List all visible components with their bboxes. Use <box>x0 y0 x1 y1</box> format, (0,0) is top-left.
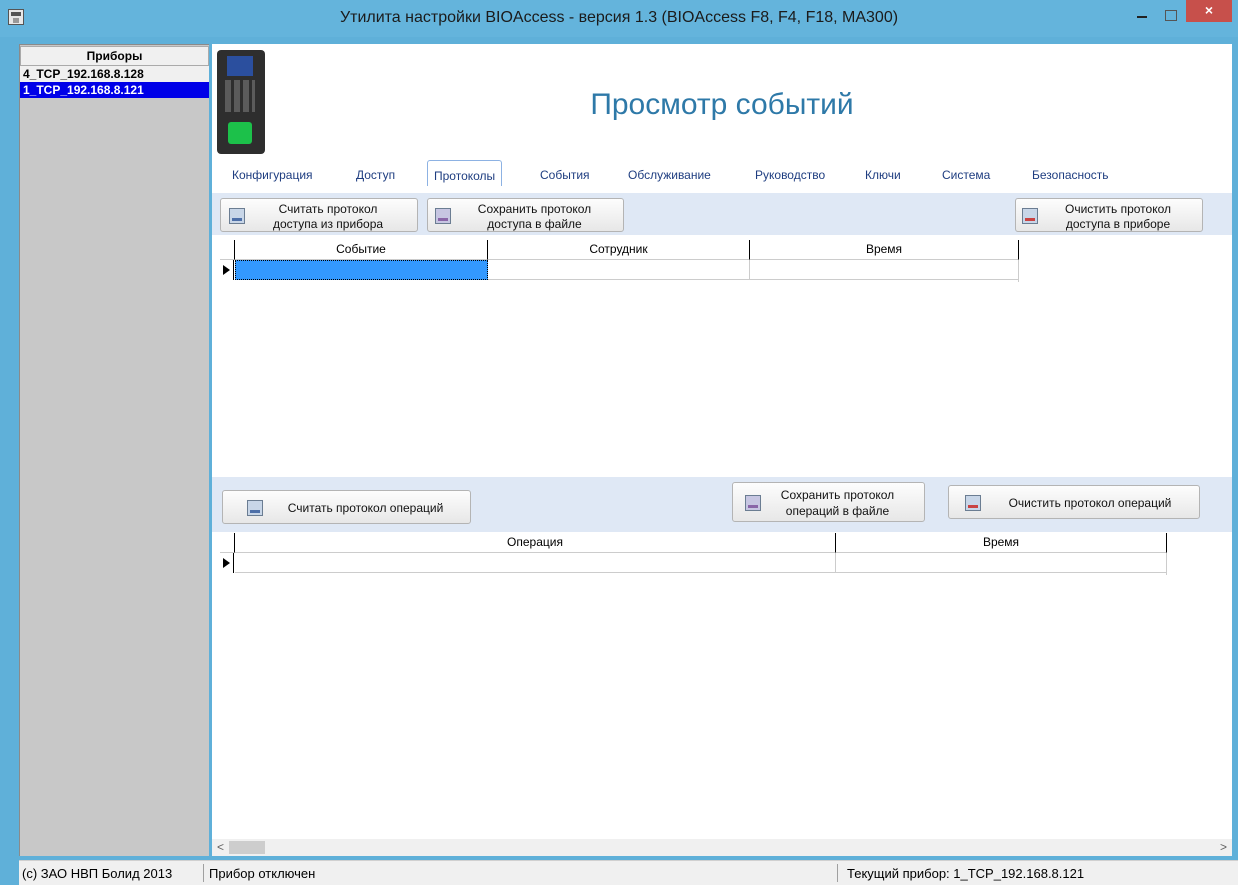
status-separator <box>203 864 204 882</box>
tab-keys[interactable]: Ключи <box>865 168 901 182</box>
clear-operations-log-button[interactable]: Очистить протокол операций <box>948 485 1200 519</box>
close-button[interactable]: × <box>1186 0 1232 22</box>
clear-access-log-label-2: доступа в приборе <box>1065 217 1171 231</box>
row-header-corner <box>220 533 235 553</box>
table-cell[interactable] <box>235 553 836 573</box>
window-title: Утилита настройки BIOAccess - версия 1.3… <box>339 9 899 26</box>
tab-manual[interactable]: Руководство <box>755 168 825 182</box>
column-header-event[interactable]: Событие <box>235 240 488 260</box>
main-panel: Просмотр событий Конфигурация Доступ Про… <box>212 44 1232 856</box>
device-screen <box>227 56 253 76</box>
save-operations-log-button[interactable]: Сохранить протокол операций в файле <box>732 482 925 522</box>
access-log-grid[interactable]: Событие Сотрудник Время <box>220 240 1019 282</box>
scrollbar-thumb[interactable] <box>229 841 265 854</box>
save-access-log-label-1: Сохранить протокол <box>477 202 592 216</box>
row-header-corner <box>220 240 235 260</box>
column-header-time[interactable]: Время <box>750 240 1019 260</box>
devices-panel: Приборы 4_TCP_192.168.8.128 1_TCP_192.16… <box>19 44 209 856</box>
tab-bar: Конфигурация Доступ Протоколы События Об… <box>222 160 1222 186</box>
read-access-log-label-2: доступа из прибора <box>272 217 384 231</box>
tab-protocols[interactable]: Протоколы <box>427 160 503 186</box>
table-cell[interactable] <box>836 553 1167 573</box>
table-cell[interactable] <box>750 260 1019 280</box>
horizontal-scrollbar[interactable]: < > <box>212 839 1232 856</box>
clear-operations-log-label: Очистить протокол операций <box>1008 496 1172 510</box>
table-row[interactable] <box>220 553 1167 573</box>
clear-log-icon <box>1022 208 1038 224</box>
tab-configuration[interactable]: Конфигурация <box>232 168 313 182</box>
status-copyright: (c) ЗАО НВП Болид 2013 <box>22 866 173 881</box>
table-row[interactable] <box>220 260 1019 280</box>
tab-maintenance[interactable]: Обслуживание <box>628 168 711 182</box>
tab-access[interactable]: Доступ <box>356 168 395 182</box>
read-access-log-button[interactable]: Считать протокол доступа из прибора <box>220 198 418 232</box>
maximize-button[interactable] <box>1157 0 1183 30</box>
save-operations-log-label-2: операций в файле <box>785 504 890 518</box>
fingerprint-sensor <box>228 122 252 144</box>
access-log-toolbar: Считать протокол доступа из прибора Сохр… <box>212 193 1232 235</box>
save-access-log-button[interactable]: Сохранить протокол доступа в файле <box>427 198 624 232</box>
minimize-button[interactable] <box>1128 0 1154 30</box>
tab-system[interactable]: Система <box>942 168 990 182</box>
clear-access-log-button[interactable]: Очистить протокол доступа в приборе <box>1015 198 1203 232</box>
read-operations-log-label: Считать протокол операций <box>287 501 444 515</box>
device-item-selected[interactable]: 1_TCP_192.168.8.121 <box>20 82 209 98</box>
column-header-employee[interactable]: Сотрудник <box>488 240 750 260</box>
save-operations-log-label-1: Сохранить протокол <box>780 488 895 502</box>
status-current-device: Текущий прибор: 1_TCP_192.168.8.121 <box>847 866 1085 881</box>
scroll-left-arrow-icon[interactable]: < <box>212 839 229 856</box>
status-bar: (c) ЗАО НВП Болид 2013 Прибор отключен Т… <box>19 860 1238 885</box>
save-file-icon <box>435 208 451 224</box>
operations-log-toolbar: Считать протокол операций Сохранить прот… <box>212 477 1232 532</box>
read-access-log-label-1: Считать протокол <box>278 202 378 216</box>
operations-log-grid[interactable]: Операция Время <box>220 533 1167 575</box>
scroll-right-arrow-icon[interactable]: > <box>1215 839 1232 856</box>
clear-access-log-label-1: Очистить протокол <box>1065 202 1171 216</box>
column-header-time[interactable]: Время <box>836 533 1167 553</box>
title-bar[interactable]: Утилита настройки BIOAccess - версия 1.3… <box>0 0 1238 37</box>
devices-header: Приборы <box>20 46 209 66</box>
read-operations-log-button[interactable]: Считать протокол операций <box>222 490 471 524</box>
status-connection: Прибор отключен <box>209 866 316 881</box>
table-cell[interactable] <box>235 260 488 280</box>
save-access-log-label-2: доступа в файле <box>487 217 582 231</box>
table-cell[interactable] <box>488 260 750 280</box>
status-separator <box>837 864 838 882</box>
tab-security[interactable]: Безопасность <box>1032 168 1109 182</box>
clear-log-icon <box>965 495 981 511</box>
column-header-operation[interactable]: Операция <box>235 533 836 553</box>
page-title: Просмотр событий <box>590 88 854 121</box>
tab-events[interactable]: События <box>540 168 590 182</box>
read-log-icon <box>247 500 263 516</box>
device-item[interactable]: 4_TCP_192.168.8.128 <box>20 66 209 82</box>
current-row-arrow-icon <box>220 260 234 280</box>
current-row-arrow-icon <box>220 553 234 573</box>
